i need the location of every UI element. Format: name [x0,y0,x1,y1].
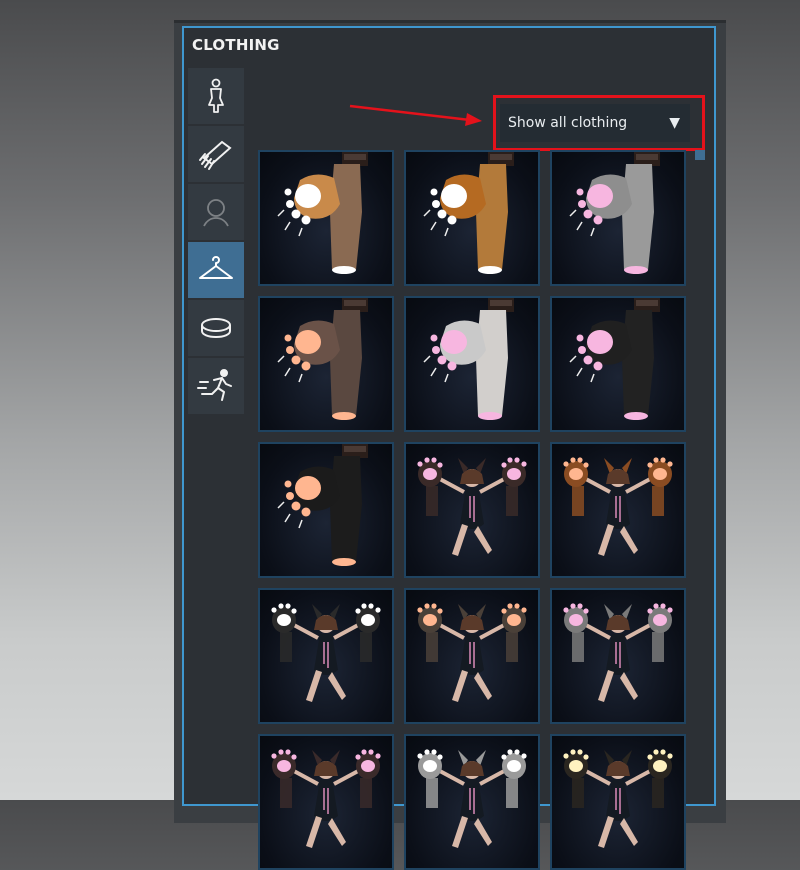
chevron-down-icon: ▼ [669,115,680,131]
clothing-item-thumbnail[interactable] [550,588,686,724]
clothing-preview-image [277,298,368,420]
panel-title: CLOTHING [192,36,280,54]
head-outline-icon [203,199,229,227]
body-figure-icon [208,78,224,113]
annotation-arrow-icon [349,104,482,126]
running-figure-icon [197,369,232,401]
clothing-item-thumbnail[interactable] [550,150,686,286]
ring-icon [201,318,231,339]
clothing-item-thumbnail[interactable] [404,734,540,870]
clothing-preview-image [423,298,514,420]
sidebar-item-animations[interactable] [188,358,244,414]
clothing-preview-image [417,457,527,556]
clothing-grid [258,150,686,870]
clothing-preview-image [277,444,368,566]
clothing-item-thumbnail[interactable] [550,442,686,578]
clothing-item-thumbnail[interactable] [550,296,686,432]
clothing-item-thumbnail[interactable] [258,734,394,870]
clothing-preview-image [417,603,527,702]
comb-icon [199,140,232,170]
clothing-item-thumbnail[interactable] [258,588,394,724]
clothing-preview-image [569,152,660,274]
clothing-preview-image [271,749,381,848]
sidebar-item-accessories[interactable] [188,300,244,356]
sidebar-item-clothing[interactable] [188,242,244,298]
clothing-preview-image [563,457,673,556]
clothing-filter-dropdown[interactable]: Show all clothing ▼ [500,104,690,142]
clothing-item-thumbnail[interactable] [550,734,686,870]
clothing-preview-image [563,603,673,702]
clothing-preview-image [271,603,381,702]
scrollbar-thumb[interactable] [695,150,705,160]
clothing-preview-image [423,152,514,274]
clothing-item-thumbnail[interactable] [404,296,540,432]
sidebar-item-hair[interactable] [188,126,244,182]
clothing-item-thumbnail[interactable] [404,150,540,286]
clothing-item-thumbnail[interactable] [258,150,394,286]
clothing-item-thumbnail[interactable] [404,588,540,724]
clothing-preview-image [417,749,527,848]
clothing-item-thumbnail[interactable] [258,442,394,578]
clothing-item-thumbnail[interactable] [258,296,394,432]
clothing-preview-image [563,749,673,848]
category-sidebar [188,68,246,416]
clothing-preview-image [569,298,660,420]
sidebar-item-body[interactable] [188,68,244,124]
dropdown-selected-value: Show all clothing [508,115,628,131]
sidebar-item-head[interactable] [188,184,244,240]
clothing-item-thumbnail[interactable] [404,442,540,578]
hanger-icon [199,256,233,279]
clothing-preview-image [277,152,368,274]
